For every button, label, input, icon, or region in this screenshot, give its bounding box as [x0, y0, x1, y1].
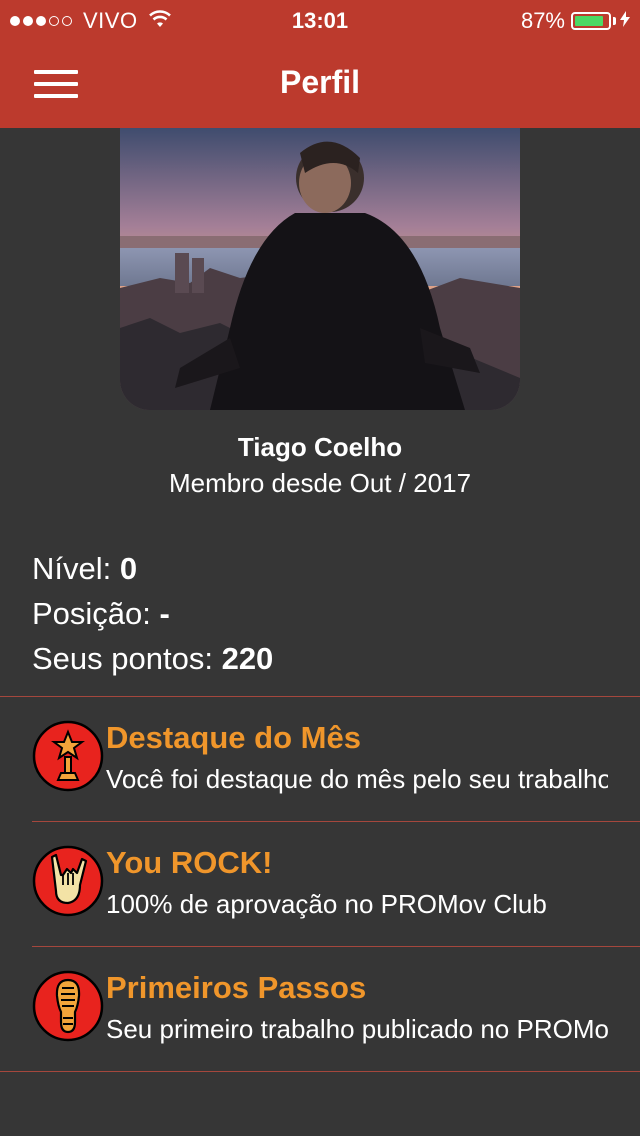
navigation-bar: Perfil — [0, 40, 640, 128]
battery-percentage: 87% — [520, 8, 565, 33]
divider — [0, 1071, 640, 1072]
position-value: - — [159, 596, 170, 631]
stats-section: Nível: 0 Posição: - Seus pontos: 220 — [32, 546, 273, 681]
badge-title: You ROCK! — [106, 845, 273, 880]
points-stat: Seus pontos: 220 — [32, 636, 273, 681]
badge-you-rock[interactable]: You ROCK! 100% de aprovação no PROMov Cl… — [32, 823, 640, 947]
divider — [0, 696, 640, 697]
status-right: 87% — [521, 8, 630, 34]
profile-name: Tiago Coelho — [237, 432, 403, 462]
member-since: Membro desde Out / 2017 — [168, 468, 472, 498]
badge-title: Destaque do Mês — [106, 720, 361, 755]
battery-icon — [571, 12, 611, 30]
level-label: Nível: — [32, 551, 120, 586]
top-bar: VIVO 13:01 87% Perfil — [0, 0, 640, 128]
points-label: Seus pontos: — [32, 641, 222, 676]
level-stat: Nível: 0 — [32, 546, 273, 591]
divider — [32, 946, 640, 947]
rock-hand-icon — [32, 845, 104, 917]
status-bar: VIVO 13:01 87% — [0, 0, 640, 40]
level-value: 0 — [119, 551, 138, 586]
badge-primeiros-passos[interactable]: Primeiros Passos Seu primeiro trabalho p… — [32, 948, 640, 1072]
trophy-star-icon — [32, 720, 104, 792]
position-stat: Posição: - — [32, 591, 273, 636]
badge-title: Primeiros Passos — [106, 970, 367, 1005]
badge-destaque-do-mes[interactable]: Destaque do Mês Você foi destaque do mês… — [32, 698, 640, 822]
badge-description: Seu primeiro trabalho publicado no PROMo… — [106, 1014, 608, 1044]
points-value: 220 — [221, 641, 274, 676]
badge-description: Você foi destaque do mês pelo seu trabal… — [106, 764, 608, 794]
bolt-icon — [620, 10, 630, 32]
divider — [32, 821, 640, 822]
profile-photo — [120, 128, 520, 410]
position-label: Posição: — [32, 596, 160, 631]
page-title: Perfil — [279, 64, 361, 100]
footprint-icon — [32, 970, 104, 1042]
badge-description: 100% de aprovação no PROMov Club — [106, 889, 547, 919]
